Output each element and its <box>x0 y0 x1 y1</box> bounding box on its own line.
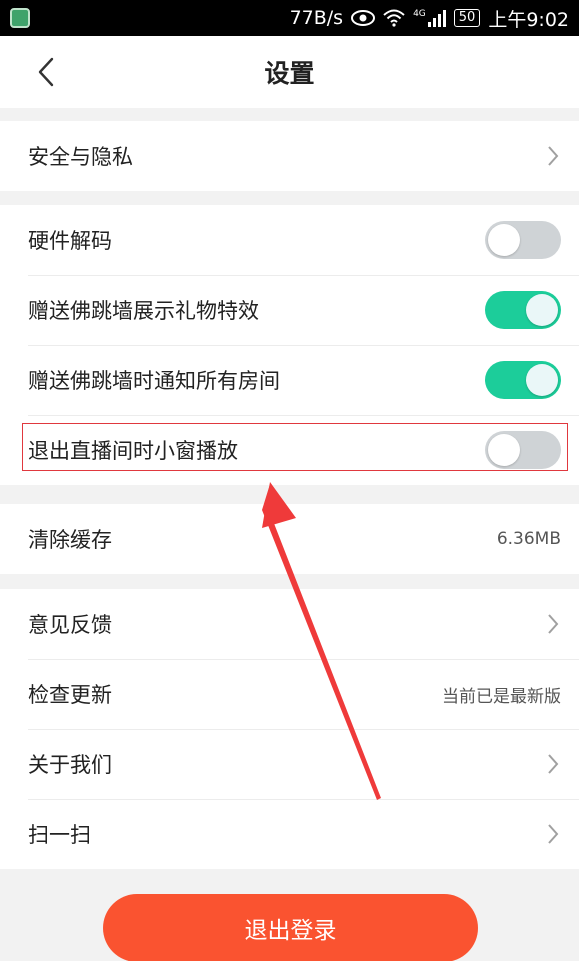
group-playback: 硬件解码 赠送佛跳墙展示礼物特效 赠送佛跳墙时通知所有房间 退出直播间时小窗播放 <box>0 205 579 485</box>
group-about: 意见反馈 检查更新 当前已是最新版 关于我们 扫一扫 <box>0 589 579 869</box>
settings-item-label: 退出直播间时小窗播放 <box>28 439 238 463</box>
chevron-right-icon <box>545 752 561 776</box>
nav-bar: 设置 <box>0 36 579 108</box>
battery-level: 50 <box>453 9 481 27</box>
settings-item-check-update[interactable]: 检查更新 当前已是最新版 <box>0 659 579 729</box>
toggle-knob <box>526 294 558 326</box>
chevron-right-icon <box>545 144 561 168</box>
settings-item-label: 赠送佛跳墙时通知所有房间 <box>28 369 280 393</box>
group-privacy: 安全与隐私 <box>0 121 579 191</box>
page-title: 设置 <box>264 59 315 88</box>
settings-item-gift-effect: 赠送佛跳墙展示礼物特效 <box>0 275 579 345</box>
settings-item-label: 清除缓存 <box>28 528 112 552</box>
settings-item-clear-cache[interactable]: 清除缓存 6.36MB <box>0 504 579 574</box>
settings-item-label: 检查更新 <box>28 683 112 707</box>
update-status: 当前已是最新版 <box>442 686 561 707</box>
net-speed: 77B/s <box>289 7 344 29</box>
settings-item-about-us[interactable]: 关于我们 <box>0 729 579 799</box>
settings-item-hardware-decoding: 硬件解码 <box>0 205 579 275</box>
network-type: 4G <box>413 9 426 19</box>
chevron-right-icon <box>545 612 561 636</box>
eye-icon <box>351 10 376 26</box>
toggle-knob <box>526 364 558 396</box>
toggle-knob <box>488 224 520 256</box>
battery-icon: 50 <box>453 9 481 27</box>
gift-effect-toggle[interactable] <box>485 291 561 329</box>
group-cache: 清除缓存 6.36MB <box>0 504 579 574</box>
logout-button[interactable]: 退出登录 <box>103 894 478 961</box>
settings-item-label: 关于我们 <box>28 753 112 777</box>
settings-item-feedback[interactable]: 意见反馈 <box>0 589 579 659</box>
signal-icon: 4G <box>413 9 446 27</box>
hardware-decoding-toggle[interactable] <box>485 221 561 259</box>
status-bar: 77B/s 4G 50 上午9:02 <box>0 0 579 36</box>
cache-size: 6.36MB <box>496 529 561 549</box>
settings-item-label: 硬件解码 <box>28 229 112 253</box>
chevron-left-icon[interactable] <box>28 54 64 90</box>
chevron-right-icon <box>545 822 561 846</box>
settings-item-label: 扫一扫 <box>28 823 91 847</box>
settings-item-label: 赠送佛跳墙展示礼物特效 <box>28 299 259 323</box>
settings-item-label: 安全与隐私 <box>28 145 133 169</box>
settings-item-notify-rooms: 赠送佛跳墙时通知所有房间 <box>0 345 579 415</box>
settings-item-mini-window: 退出直播间时小窗播放 <box>0 415 579 485</box>
settings-item-security-privacy[interactable]: 安全与隐私 <box>0 121 579 191</box>
mini-window-toggle[interactable] <box>485 431 561 469</box>
clock: 上午9:02 <box>488 8 569 31</box>
notify-rooms-toggle[interactable] <box>485 361 561 399</box>
settings-item-scan[interactable]: 扫一扫 <box>0 799 579 869</box>
app-notification-icon <box>10 8 30 28</box>
settings-item-label: 意见反馈 <box>28 613 112 637</box>
toggle-knob <box>488 434 520 466</box>
wifi-icon <box>383 9 405 27</box>
